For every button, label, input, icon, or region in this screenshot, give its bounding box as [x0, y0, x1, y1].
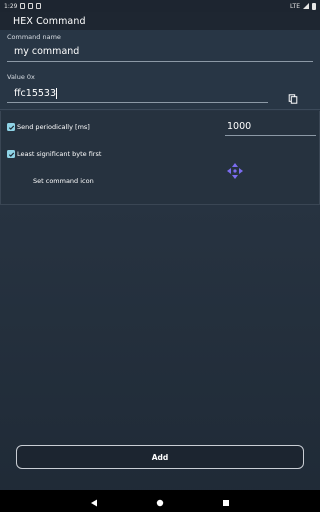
command-name-field[interactable]: my command — [14, 46, 79, 57]
send-periodically-checkbox[interactable] — [7, 123, 15, 131]
command-name-label: Command name — [7, 33, 61, 41]
lsb-first-checkbox[interactable] — [7, 150, 15, 158]
check-icon — [8, 152, 14, 157]
value-label: Value 0x — [7, 73, 35, 81]
period-input[interactable]: 1000 — [227, 121, 251, 132]
notification-icon — [20, 3, 26, 9]
hex-value-field[interactable]: ffc15533 — [14, 88, 56, 99]
sim-icon — [28, 3, 34, 9]
hex-value-underline — [7, 102, 268, 103]
back-triangle-icon[interactable] — [90, 492, 98, 511]
command-name-underline — [7, 61, 313, 62]
set-icon-label[interactable]: Set command icon — [33, 177, 94, 185]
notification-icon — [36, 3, 42, 9]
app-bar: HEX Command — [0, 12, 320, 30]
system-nav-bar — [0, 490, 320, 512]
home-circle-icon[interactable] — [156, 492, 164, 511]
battery-icon — [312, 2, 316, 10]
status-bar: 1:29 LTE — [0, 0, 320, 12]
move-arrows-icon[interactable] — [226, 162, 244, 180]
options-panel: Send periodically [ms] 1000 Least signif… — [0, 111, 320, 205]
check-icon — [8, 125, 14, 130]
add-button[interactable]: Add — [16, 445, 304, 469]
send-periodically-label: Send periodically [ms] — [17, 123, 90, 131]
copy-icon[interactable] — [288, 89, 298, 104]
period-underline — [225, 135, 316, 136]
signal-icon — [303, 3, 309, 9]
lsb-first-label: Least significant byte first — [17, 150, 102, 158]
status-time: 1:29 — [4, 2, 18, 10]
text-cursor — [56, 88, 57, 99]
network-type: LTE — [290, 2, 300, 10]
command-form: Command name my command Value 0x ffc1553… — [0, 30, 320, 110]
recent-square-icon[interactable] — [222, 492, 230, 511]
add-button-label: Add — [151, 452, 169, 462]
page-title: HEX Command — [13, 15, 86, 27]
